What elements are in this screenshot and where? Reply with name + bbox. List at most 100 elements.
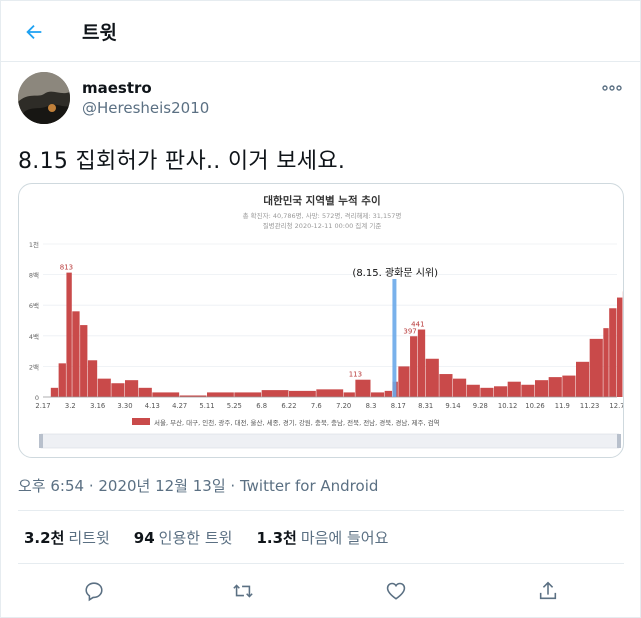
legend-swatch	[132, 418, 150, 425]
y-tick-label: 8백	[29, 271, 39, 280]
chart-bar	[617, 297, 623, 397]
chart-bar	[138, 387, 152, 397]
y-tick-label: 0	[35, 394, 39, 402]
chart-bar	[589, 338, 603, 397]
tweet-text: 8.15 집회허가 판사.. 이거 보세요.	[18, 149, 346, 174]
chart-title: 대한민국 지역별 누적 추이	[263, 194, 380, 207]
y-tick-label: 1천	[29, 240, 39, 249]
tweet-image[interactable]: 대한민국 지역별 누적 추이 총 확진자: 40,786명, 사망: 572명,…	[18, 183, 624, 458]
chart-subtitle-1: 총 확진자: 40,786명, 사망: 572명, 격리해제: 31,157명	[243, 211, 402, 220]
share-button[interactable]	[535, 578, 561, 604]
tweet-meta: 오후 6:54 · 2020년 12월 13일 · Twitter for An…	[18, 475, 378, 496]
avatar-image	[18, 72, 70, 124]
chart-legend: 서울, 부산, 대구, 인천, 광주, 대전, 울산, 세종, 경기, 강원, …	[154, 418, 440, 427]
retweets-stat[interactable]: 3.2천 리트윗	[24, 527, 110, 548]
retweet-button[interactable]	[230, 578, 256, 604]
x-tick-label: 12.7	[609, 402, 624, 410]
chart-annotation: (8.15. 광화문 시위)	[352, 266, 438, 279]
likes-label: 마음에 들어요	[300, 529, 389, 547]
header-bar: 트윗	[0, 0, 641, 62]
x-tick-label: 9.14	[445, 402, 460, 410]
zoom-handle-right	[617, 434, 621, 448]
likes-count: 1.3천	[256, 529, 297, 547]
tweet-timestamp[interactable]: 오후 6:54 · 2020년 12월 13일 ·	[18, 477, 240, 495]
x-tick-label: 7.6	[311, 402, 322, 410]
likes-stat[interactable]: 1.3천 마음에 들어요	[256, 527, 388, 548]
chart-bar	[480, 387, 494, 397]
chart-bar	[453, 378, 467, 397]
chart-bar	[439, 374, 453, 397]
chart-bar	[507, 381, 521, 397]
arrow-left-icon	[26, 24, 42, 40]
chart-bar	[417, 329, 426, 397]
user-handle[interactable]: @Heresheis2010	[82, 99, 209, 117]
chart-bar	[58, 363, 66, 397]
more-button[interactable]	[596, 78, 628, 98]
chart-bar	[398, 366, 410, 397]
chart-bar	[316, 389, 344, 397]
x-tick-label: 5.11	[199, 402, 214, 410]
tweet-actions	[0, 570, 641, 610]
x-tick-label: 6.8	[256, 402, 267, 410]
y-tick-label: 6백	[29, 301, 39, 310]
chart-bar	[207, 392, 234, 397]
avatar[interactable]	[18, 72, 70, 124]
x-tick-label: 5.25	[227, 402, 242, 410]
chart-bar	[425, 358, 439, 397]
chart-bar	[521, 384, 535, 397]
x-tick-label: 10.12	[498, 402, 517, 410]
chart-bar	[66, 272, 72, 397]
chart-bar	[548, 377, 562, 397]
share-icon	[539, 581, 557, 600]
chart-bar	[562, 375, 576, 397]
quotes-count: 94	[133, 529, 155, 547]
chart-bar	[234, 392, 262, 397]
chart-bar	[72, 311, 80, 397]
x-tick-label: 11.9	[555, 402, 570, 410]
chart-bar	[80, 325, 88, 397]
chart-bar	[466, 384, 480, 397]
reply-button[interactable]	[81, 578, 107, 604]
retweet-icon	[233, 584, 253, 598]
chart-x-axis: 2.17 3.2 3.16 3.30 4.13 4.27 5.11 5.25 6.8 6.22 7.…	[35, 396, 624, 410]
heart-icon	[386, 582, 406, 600]
data-label: 813	[60, 264, 73, 272]
chart-bar	[125, 380, 139, 397]
chart-bar	[622, 291, 623, 397]
back-button[interactable]	[18, 16, 50, 48]
annotation-marker	[392, 279, 397, 397]
zoom-handle-left	[39, 434, 43, 448]
quotes-stat[interactable]: 94 인용한 트윗	[134, 527, 233, 548]
chart-point-labels: 813113397441	[60, 264, 425, 379]
x-tick-label: 11.23	[580, 402, 599, 410]
chart-bar	[261, 390, 289, 397]
data-label: 113	[349, 371, 362, 379]
chart-bar	[494, 386, 508, 397]
page-title: 트윗	[82, 22, 117, 44]
x-tick-label: 8.3	[366, 402, 377, 410]
x-tick-label: 7.20	[336, 402, 351, 410]
covid-chart: 대한민국 지역별 누적 추이 총 확진자: 40,786명, 사망: 572명,…	[29, 194, 624, 449]
display-name[interactable]: maestro	[82, 79, 152, 97]
chart-gridlines	[43, 243, 617, 398]
divider	[18, 510, 624, 511]
chart-bar	[87, 360, 98, 397]
x-tick-label: 10.26	[525, 402, 544, 410]
chart-y-axis: 1천 8백 6백 4백 2백 0	[29, 240, 39, 402]
quotes-label: 인용한 트윗	[158, 529, 233, 547]
chart-bar	[603, 328, 609, 397]
chart-zoom-slider	[40, 433, 620, 449]
reply-icon	[85, 582, 103, 602]
y-tick-label: 4백	[29, 332, 39, 341]
x-tick-label: 3.16	[90, 402, 105, 410]
retweets-count: 3.2천	[24, 529, 65, 547]
chart-bar	[410, 336, 418, 397]
like-button[interactable]	[383, 578, 409, 604]
chart-bar	[111, 383, 125, 397]
tweet-source[interactable]: Twitter for Android	[240, 477, 378, 495]
x-tick-label: 6.22	[281, 402, 296, 410]
tweet-stats: 3.2천 리트윗 94 인용한 트윗 1.3천 마음에 들어요	[24, 527, 412, 548]
chart-bar	[97, 378, 111, 397]
more-icon	[602, 85, 622, 91]
x-tick-label: 3.30	[117, 402, 132, 410]
